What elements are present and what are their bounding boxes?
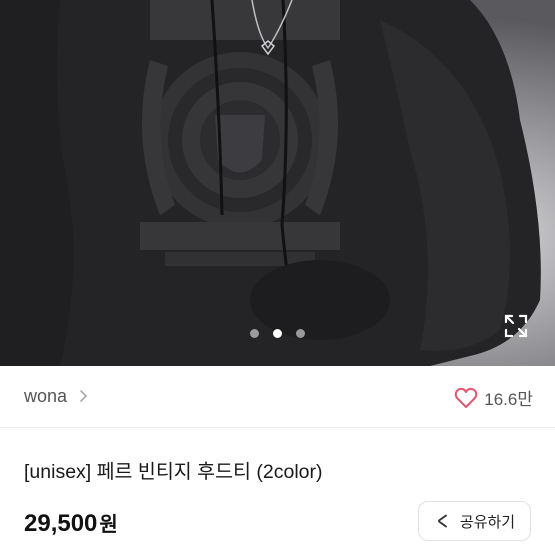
share-icon bbox=[437, 514, 447, 528]
page-dot-active[interactable] bbox=[273, 329, 282, 338]
page-dot[interactable] bbox=[296, 329, 305, 338]
price-currency: 원 bbox=[99, 514, 118, 536]
price-amount: 29,500 bbox=[24, 510, 98, 537]
expand-icon[interactable] bbox=[503, 313, 529, 339]
share-label: 공유하기 bbox=[459, 513, 516, 531]
product-title: [unisex] 페르 빈티지 후드티 (2color) bbox=[24, 461, 323, 483]
product-price: 29,500 원 bbox=[24, 508, 118, 538]
image-pagination bbox=[0, 329, 555, 338]
heart-outline-icon bbox=[454, 387, 478, 408]
product-photo bbox=[0, 0, 555, 366]
likes-count: 16.6만 bbox=[484, 390, 533, 409]
product-image-gallery[interactable] bbox=[0, 0, 555, 366]
page-dot[interactable] bbox=[250, 329, 259, 338]
like-button[interactable]: 16.6만 bbox=[454, 385, 533, 410]
share-button[interactable]: 공유하기 bbox=[418, 501, 531, 541]
chevron-right-icon bbox=[80, 390, 88, 402]
shop-name[interactable]: wona bbox=[24, 386, 67, 407]
